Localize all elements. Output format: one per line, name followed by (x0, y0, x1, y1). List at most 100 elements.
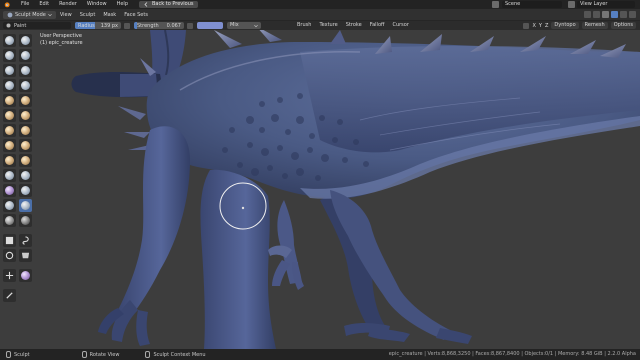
tool-draw-face-sets[interactable] (19, 214, 32, 227)
tool-thumb[interactable] (3, 169, 16, 182)
status-left-click-hint: Sculpt (0, 351, 36, 358)
xray-icon[interactable] (593, 11, 600, 18)
tool-pose[interactable] (19, 169, 32, 182)
tool-annotate[interactable] (3, 289, 16, 302)
tool-inflate[interactable] (3, 79, 16, 92)
lasso-mask-icon (22, 236, 29, 245)
menu-view[interactable]: View (56, 9, 76, 21)
tool-snake-hook[interactable] (19, 154, 32, 167)
tool-mesh-filter[interactable] (3, 249, 16, 262)
tool-box-mask[interactable] (3, 234, 16, 247)
flatten-brush-icon (5, 111, 14, 120)
slide-relax-icon (5, 201, 14, 210)
brush-dropdown[interactable]: Brush (293, 21, 315, 30)
overlay-icon[interactable] (584, 11, 591, 18)
mode-label: Sculpt Mode (15, 11, 46, 18)
draw-sharp-brush-icon (21, 36, 30, 45)
tool-cloth-filter[interactable] (19, 249, 32, 262)
blender-logo-icon[interactable] (3, 1, 10, 8)
options-button[interactable]: Options (610, 22, 636, 29)
tool-draw-sharp[interactable] (19, 34, 32, 47)
status-middle-click-hint: Rotate View (76, 351, 126, 358)
view-layer-field[interactable]: View Layer (577, 1, 635, 8)
texture-dropdown[interactable]: Texture (315, 21, 341, 30)
tool-crease[interactable] (3, 94, 16, 107)
tool-smooth[interactable] (19, 94, 32, 107)
axis-y[interactable]: Y (539, 23, 542, 29)
tool-scrape[interactable] (3, 124, 16, 137)
menu-mask[interactable]: Mask (99, 9, 120, 21)
tool-lasso-mask[interactable] (19, 234, 32, 247)
dyntopo-button[interactable]: Dyntopo (551, 22, 579, 29)
symmetry-icon[interactable] (523, 22, 530, 29)
menu-face-sets[interactable]: Face Sets (120, 9, 152, 21)
view-layer-selector[interactable]: View Layer (568, 1, 635, 8)
radius-label: Radius (78, 22, 95, 29)
face-sets-icon (21, 216, 30, 225)
strength-value: 0.067 (166, 22, 181, 29)
pinch-brush-icon (5, 141, 14, 150)
pose-brush-icon (21, 171, 30, 180)
thumb-brush-icon (5, 171, 14, 180)
remesh-button[interactable]: Remesh (581, 22, 608, 29)
viewport-header: Sculpt Mode View Sculpt Mask Face Sets (0, 9, 640, 21)
material-shading-icon[interactable] (620, 11, 627, 18)
tool-elastic[interactable] (3, 154, 16, 167)
pressure-strength-icon[interactable] (187, 22, 193, 29)
tool-pinch[interactable] (3, 139, 16, 152)
menu-file[interactable]: File (16, 0, 34, 9)
chevron-down-icon (48, 13, 52, 16)
mouse-middle-icon (81, 351, 87, 358)
brush-selector[interactable]: Paint (3, 22, 71, 29)
scene-selector[interactable]: Scene (492, 1, 562, 8)
tool-mask-by-color[interactable] (19, 269, 32, 282)
tool-move[interactable] (3, 269, 16, 282)
tool-blob[interactable] (19, 79, 32, 92)
tool-clay[interactable] (3, 49, 16, 62)
menu-sculpt[interactable]: Sculpt (76, 9, 100, 21)
wireframe-shading-icon[interactable] (602, 11, 609, 18)
menu-edit[interactable]: Edit (34, 0, 54, 9)
brush-name: Paint (14, 22, 27, 29)
tool-layer[interactable] (19, 64, 32, 77)
axis-x[interactable]: X (532, 23, 535, 29)
tool-slide-relax[interactable] (3, 199, 16, 212)
stroke-dropdown[interactable]: Stroke (342, 21, 366, 30)
solid-shading-icon[interactable] (611, 11, 618, 18)
tool-clay-thumb[interactable] (3, 64, 16, 77)
3d-viewport[interactable] (35, 30, 640, 349)
status-context-label: Sculpt Context Menu (153, 351, 206, 358)
tool-rotate[interactable] (19, 184, 32, 197)
tool-multiplane-scrape[interactable] (19, 124, 32, 137)
sculpt-mode-icon (7, 12, 13, 17)
strength-slider[interactable]: Strength 0.067 (134, 22, 184, 29)
tool-draw[interactable] (3, 34, 16, 47)
blend-mode-dropdown[interactable]: Mix (227, 22, 261, 29)
scene-icon (492, 1, 499, 8)
rendered-shading-icon[interactable] (629, 11, 636, 18)
creature-sculpt-render (71, 30, 640, 349)
pressure-radius-icon[interactable] (124, 22, 130, 29)
layer-brush-icon (21, 66, 30, 75)
scrape-brush-icon (5, 126, 14, 135)
tool-mask[interactable] (3, 214, 16, 227)
axis-z[interactable]: Z (545, 23, 548, 29)
falloff-dropdown[interactable]: Falloff (366, 21, 389, 30)
tool-settings-right: X Y Z Dyntopo Remesh Options (523, 22, 636, 29)
cursor-dropdown[interactable]: Cursor (388, 21, 412, 30)
tool-paint[interactable] (19, 199, 32, 212)
tool-flatten[interactable] (3, 109, 16, 122)
radius-value: 139 px (100, 22, 118, 29)
back-to-previous-button[interactable]: Back to Previous (139, 1, 199, 8)
status-middle-label: Rotate View (89, 351, 120, 358)
radius-slider[interactable]: Radius 139 px (75, 22, 121, 29)
mode-selector[interactable]: Sculpt Mode (3, 10, 56, 19)
tool-fill[interactable] (19, 109, 32, 122)
scene-name-field[interactable]: Scene (502, 1, 562, 8)
snake-hook-icon (21, 156, 30, 165)
tool-nudge[interactable] (3, 184, 16, 197)
tool-clay-strips[interactable] (19, 49, 32, 62)
brush-color-swatch[interactable] (197, 22, 223, 29)
mouse-right-icon (145, 351, 151, 358)
tool-grab[interactable] (19, 139, 32, 152)
